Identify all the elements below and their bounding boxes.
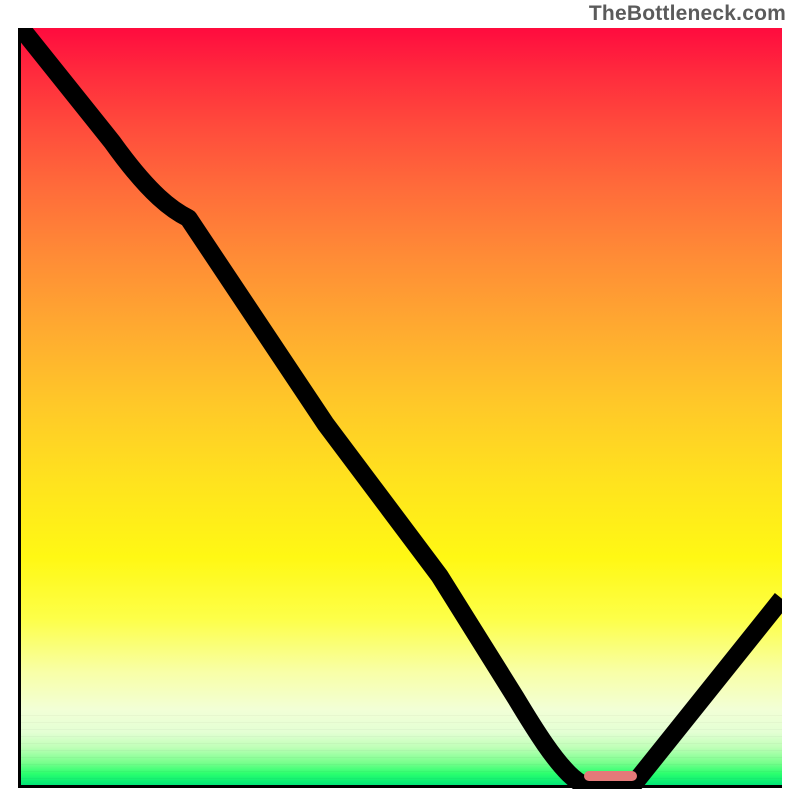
watermark-text: TheBottleneck.com: [589, 2, 786, 26]
optimum-marker: [584, 771, 637, 781]
risk-gradient-background: [21, 28, 782, 785]
plot-area: [18, 28, 782, 788]
